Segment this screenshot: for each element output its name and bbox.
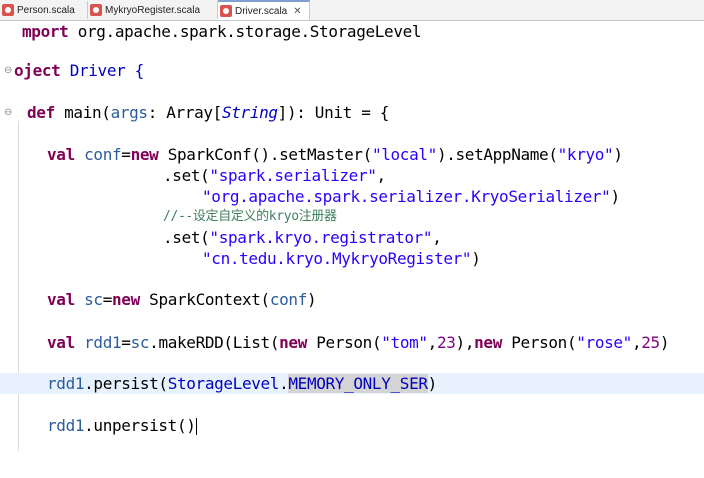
fold-icon[interactable]: ⊖ bbox=[4, 102, 12, 123]
code-line: rdd1.unpersist() bbox=[47, 416, 197, 435]
editor-tab-bar: Person.scala MykryoRegister.scala Driver… bbox=[0, 0, 704, 21]
tab-mykryoregister-scala[interactable]: MykryoRegister.scala bbox=[88, 1, 218, 19]
scala-file-icon bbox=[90, 4, 102, 16]
code-line: ⊖ oject Driver { bbox=[4, 60, 144, 81]
code-comment-line: //--设定自定义的kryo注册器 bbox=[163, 209, 337, 224]
code-line: .set("spark.kryo.registrator", bbox=[163, 228, 442, 247]
code-line: val rdd1=sc.makeRDD(List(new Person("tom… bbox=[47, 333, 670, 352]
scala-file-icon bbox=[220, 5, 232, 17]
tab-person-scala[interactable]: Person.scala bbox=[0, 1, 88, 19]
code-line: .set("spark.serializer", bbox=[163, 166, 386, 185]
code-line: val sc=new SparkContext(conf) bbox=[47, 290, 317, 309]
tab-driver-scala[interactable]: Driver.scala ✕ bbox=[218, 0, 310, 20]
code-line: ⊖ def main(args: Array[String]): Unit = … bbox=[4, 102, 390, 123]
code-line: "cn.tedu.kryo.MykryoRegister") bbox=[202, 249, 481, 268]
text-caret bbox=[195, 418, 197, 435]
code-editor[interactable]: mport org.apache.spark.storage.StorageLe… bbox=[0, 21, 704, 451]
fold-icon[interactable]: ⊖ bbox=[4, 60, 12, 81]
tab-label: MykryoRegister.scala bbox=[105, 4, 201, 16]
tab-label: Person.scala bbox=[17, 4, 75, 16]
code-line: val conf=new SparkConf().setMaster("loca… bbox=[47, 145, 623, 164]
code-line-current: rdd1.persist(StorageLevel.MEMORY_ONLY_SE… bbox=[0, 373, 704, 394]
close-icon[interactable]: ✕ bbox=[293, 6, 301, 17]
scala-file-icon bbox=[2, 4, 14, 16]
selected-text: MEMORY_ONLY_SER bbox=[288, 374, 428, 393]
code-line: mport org.apache.spark.storage.StorageLe… bbox=[22, 22, 422, 41]
tab-label: Driver.scala bbox=[235, 5, 288, 17]
code-line: "org.apache.spark.serializer.KryoSeriali… bbox=[202, 187, 620, 206]
